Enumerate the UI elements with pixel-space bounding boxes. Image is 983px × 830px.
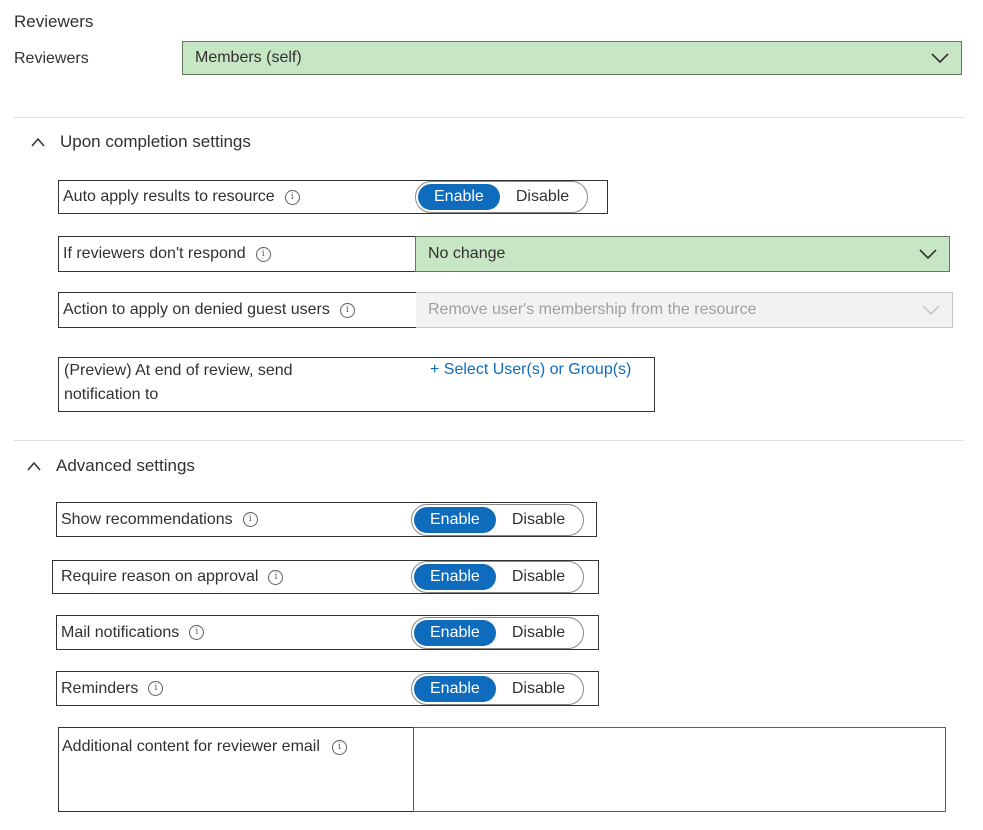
select-users-groups-link[interactable]: + Select User(s) or Group(s) [430,361,631,379]
require-reason-label: Require reason on approval [61,568,259,585]
chevron-down-icon [919,249,937,260]
reminders-toggle[interactable]: Enable Disable [411,673,585,705]
reviewers-dropdown-value: Members (self) [195,49,302,66]
info-icon[interactable]: i [339,302,355,318]
show-recommendations-disable[interactable]: Disable [496,507,581,533]
reviewers-dropdown[interactable]: Members (self) [182,41,962,75]
auto-apply-label: Auto apply results to resource [63,188,275,205]
info-icon[interactable]: i [268,569,284,585]
require-reason-enable[interactable]: Enable [414,564,496,590]
notify-row: (Preview) At end of review, send notific… [58,357,655,412]
notify-label-line1: (Preview) At end of review, send [64,362,293,379]
info-icon[interactable]: i [189,625,205,640]
info-icon[interactable]: i [255,246,271,262]
info-icon[interactable]: i [331,739,347,755]
denied-guests-label: Action to apply on denied guest users [63,301,330,318]
notify-label-line2: notification to [64,386,159,403]
reminders-enable[interactable]: Enable [414,676,496,702]
info-icon[interactable]: i [284,189,300,205]
info-icon[interactable]: i [148,681,164,696]
reminders-label: Reminders [61,679,139,697]
auto-apply-disable[interactable]: Disable [500,184,585,210]
mail-notifications-enable[interactable]: Enable [414,620,496,646]
additional-content-label: Additional content for reviewer email [62,738,320,755]
auto-apply-enable[interactable]: Enable [418,184,500,210]
chevron-up-icon [27,461,41,471]
show-recommendations-label: Show recommendations [61,510,233,528]
auto-apply-toggle[interactable]: Enable Disable [415,181,589,213]
denied-guests-dropdown: Remove user's membership from the resour… [416,292,953,328]
upon-completion-title: Upon completion settings [60,132,251,151]
reviewers-section-title: Reviewers [14,12,94,31]
chevron-down-icon [922,305,940,316]
reviewers-label: Reviewers [14,50,89,67]
reminders-disable[interactable]: Disable [496,676,581,702]
upon-completion-toggle[interactable]: Upon completion settings [30,132,251,152]
require-reason-toggle[interactable]: Enable Disable [411,561,585,593]
chevron-down-icon [931,53,949,64]
mail-notifications-disable[interactable]: Disable [496,620,581,646]
denied-guests-value: Remove user's membership from the resour… [428,301,757,318]
divider [14,440,964,441]
advanced-settings-toggle[interactable]: Advanced settings [26,456,195,476]
require-reason-disable[interactable]: Disable [496,564,581,590]
show-recommendations-enable[interactable]: Enable [414,507,496,533]
mail-notifications-toggle[interactable]: Enable Disable [411,617,585,649]
no-response-label: If reviewers don't respond [63,245,246,262]
show-recommendations-toggle[interactable]: Enable Disable [411,504,585,536]
additional-content-textarea[interactable] [413,727,946,812]
notify-label: (Preview) At end of review, send notific… [64,359,293,407]
advanced-settings-title: Advanced settings [56,456,195,475]
mail-notifications-label: Mail notifications [61,623,180,641]
chevron-up-icon [31,137,45,147]
divider [14,117,964,118]
no-response-value: No change [428,245,506,262]
no-response-dropdown[interactable]: No change [415,236,950,272]
info-icon[interactable]: i [242,512,258,527]
